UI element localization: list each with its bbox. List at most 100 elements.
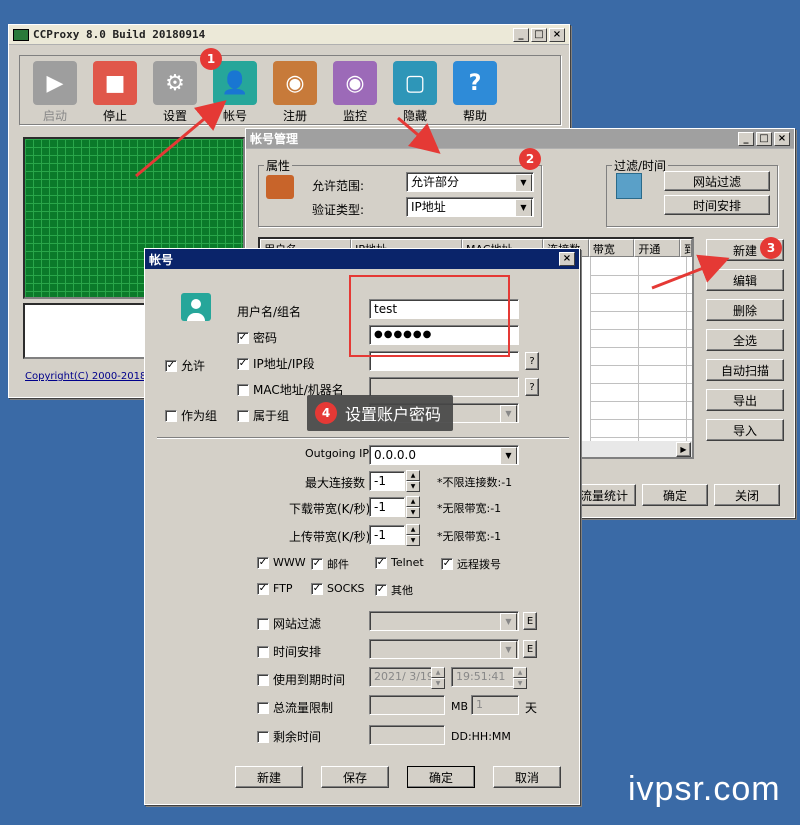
service-4-checkbox[interactable]: ✓ FTP bbox=[257, 582, 293, 595]
watermark: ivpsr.com bbox=[628, 770, 781, 808]
dialog-ok-button[interactable]: 确定 bbox=[407, 766, 475, 788]
outgoing-ip-select[interactable]: 0.0.0.0 bbox=[369, 445, 519, 465]
auth-type-label: 验证类型: bbox=[312, 203, 365, 217]
am-import-button[interactable]: 导入 bbox=[706, 419, 784, 441]
mac-input[interactable] bbox=[369, 377, 519, 397]
expiry-time-spinner[interactable]: ▲ ▼ bbox=[513, 667, 527, 689]
as-group-checkbox[interactable]: 作为组 bbox=[165, 407, 217, 424]
scroll-right-button[interactable]: ▶ bbox=[676, 442, 691, 457]
list-grid-line bbox=[590, 365, 692, 366]
copyright-link[interactable]: Copyright(C) 2000-2018 Yo bbox=[25, 371, 160, 382]
dialog-close-button[interactable]: × bbox=[559, 252, 575, 266]
toolbar-user-button[interactable]: 👤 帐号 bbox=[211, 61, 259, 124]
allow-checkbox[interactable]: ✓ 允许 bbox=[165, 357, 205, 374]
max-conn-label: 最大连接数 bbox=[305, 476, 366, 490]
website-filter-edit-button[interactable]: E bbox=[523, 612, 537, 630]
am-select-all-button[interactable]: 全选 bbox=[706, 329, 784, 351]
account-manager-title: 帐号管理 bbox=[250, 132, 299, 146]
time-schedule-button[interactable]: 时间安排 bbox=[664, 195, 770, 215]
down-bw-input[interactable]: -1 bbox=[369, 497, 405, 517]
minimize-button[interactable]: _ bbox=[513, 27, 529, 42]
max-conn-spinner[interactable]: ▲ ▼ bbox=[406, 470, 420, 492]
toolbar-label: 停止 bbox=[102, 109, 127, 123]
service-3-checkbox[interactable]: ✓ 远程拨号 bbox=[441, 556, 501, 572]
mac-help-button[interactable]: ? bbox=[525, 378, 539, 396]
up-bw-spinner[interactable]: ▲ ▼ bbox=[406, 524, 420, 546]
list-column-header[interactable]: 带宽 bbox=[588, 239, 635, 257]
max-conn-input[interactable]: -1 bbox=[369, 471, 405, 491]
expiry-checkbox[interactable]: 使用到期时间 bbox=[257, 671, 345, 688]
toolbar-gear-button[interactable]: ⚙ 设置 bbox=[151, 61, 199, 124]
belongs-group-checkbox[interactable]: 属于组 bbox=[237, 407, 289, 424]
filter-group-title: 过滤/时间 bbox=[612, 157, 669, 174]
toolbar-stop-button[interactable]: ■ 停止 bbox=[91, 61, 139, 124]
am-maximize-button[interactable]: □ bbox=[756, 131, 772, 146]
am-delete-button[interactable]: 删除 bbox=[706, 299, 784, 321]
list-grid-line bbox=[590, 275, 692, 276]
list-grid-line bbox=[590, 329, 692, 330]
remaining-format: DD:HH:MM bbox=[451, 730, 511, 743]
service-5-checkbox[interactable]: ✓ SOCKS bbox=[311, 582, 365, 595]
toolbar-label: 监控 bbox=[342, 109, 367, 123]
dialog-cancel-button[interactable]: 取消 bbox=[493, 766, 561, 788]
password-checkbox[interactable]: ✓ 密码 bbox=[237, 329, 277, 346]
maximize-button[interactable]: □ bbox=[531, 27, 547, 42]
remaining-checkbox[interactable]: 剩余时间 bbox=[257, 728, 321, 745]
service-1-checkbox[interactable]: ✓ 邮件 bbox=[311, 556, 349, 572]
am-close-button[interactable]: × bbox=[774, 131, 790, 146]
am-close-button[interactable]: 关闭 bbox=[714, 484, 780, 506]
help-icon: ? bbox=[453, 61, 497, 105]
badge-2: 2 bbox=[519, 148, 541, 170]
dialog-new-button[interactable]: 新建 bbox=[235, 766, 303, 788]
close-button[interactable]: × bbox=[549, 27, 565, 42]
ip-checkbox[interactable]: ✓ IP地址/IP段 bbox=[237, 355, 315, 372]
expiry-date-spinner[interactable]: ▲ ▼ bbox=[431, 667, 445, 689]
filter-icon bbox=[616, 173, 642, 199]
website-filter-select[interactable] bbox=[369, 611, 519, 631]
am-export-button[interactable]: 导出 bbox=[706, 389, 784, 411]
ip-help-button[interactable]: ? bbox=[525, 352, 539, 370]
box-icon bbox=[266, 175, 294, 199]
traffic-limit-checkbox[interactable]: 总流量限制 bbox=[257, 699, 333, 716]
traffic-limit-input[interactable] bbox=[369, 695, 445, 715]
traffic-unit: MB bbox=[451, 700, 469, 713]
am-minimize-button[interactable]: _ bbox=[738, 131, 754, 146]
time-schedule-edit-button[interactable]: E bbox=[523, 640, 537, 658]
list-column-header[interactable]: 开通 bbox=[634, 239, 681, 257]
am-auto-scan-button[interactable]: 自动扫描 bbox=[706, 359, 784, 381]
list-column-header[interactable]: 到 bbox=[680, 239, 692, 257]
account-dialog-titlebar[interactable]: 帐号 × bbox=[145, 249, 579, 269]
toolbar-label: 设置 bbox=[162, 109, 187, 123]
up-bw-label: 上传带宽(K/秒) bbox=[289, 530, 371, 544]
allow-range-select[interactable]: 允许部分 bbox=[406, 172, 534, 192]
props-group-title: 属性 bbox=[264, 157, 293, 174]
am-edit-button[interactable]: 编辑 bbox=[706, 269, 784, 291]
time-schedule-select[interactable] bbox=[369, 639, 519, 659]
dialog-save-button[interactable]: 保存 bbox=[321, 766, 389, 788]
down-bw-spinner[interactable]: ▲ ▼ bbox=[406, 496, 420, 518]
website-filter-button[interactable]: 网站过滤 bbox=[664, 171, 770, 191]
toolbar-label: 启动 bbox=[42, 109, 67, 123]
main-titlebar[interactable]: CCProxy 8.0 Build 20180914 _ □ × bbox=[9, 25, 569, 45]
traffic-days-input[interactable]: 1 bbox=[471, 695, 519, 715]
days-unit: 天 bbox=[525, 701, 538, 715]
am-ok-button[interactable]: 确定 bbox=[642, 484, 708, 506]
service-0-checkbox[interactable]: ✓ WWW bbox=[257, 556, 306, 569]
toolbar-globe-button[interactable]: ◉ 注册 bbox=[271, 61, 319, 124]
service-6-checkbox[interactable]: ✓ 其他 bbox=[375, 582, 413, 598]
remaining-input[interactable] bbox=[369, 725, 445, 745]
service-2-checkbox[interactable]: ✓ Telnet bbox=[375, 556, 424, 569]
toolbar-help-button[interactable]: ? 帮助 bbox=[451, 61, 499, 124]
am-traffic-stats-button[interactable]: 流量统计 bbox=[572, 484, 636, 506]
account-manager-titlebar[interactable]: 帐号管理 _ □ × bbox=[246, 129, 794, 149]
auth-type-select[interactable]: IP地址 bbox=[406, 197, 534, 217]
list-grid-line bbox=[590, 311, 692, 312]
list-grid-line bbox=[590, 437, 692, 438]
toolbar-eye-button[interactable]: ◉ 监控 bbox=[331, 61, 379, 124]
toolbar-hide-button[interactable]: ▢ 隐藏 bbox=[391, 61, 439, 124]
website-filter-checkbox[interactable]: 网站过滤 bbox=[257, 615, 321, 632]
up-bw-hint: *无限带宽:-1 bbox=[437, 530, 502, 543]
toolbar-play-button[interactable]: ▶ 启动 bbox=[31, 61, 79, 124]
time-schedule-checkbox[interactable]: 时间安排 bbox=[257, 643, 321, 660]
up-bw-input[interactable]: -1 bbox=[369, 525, 405, 545]
